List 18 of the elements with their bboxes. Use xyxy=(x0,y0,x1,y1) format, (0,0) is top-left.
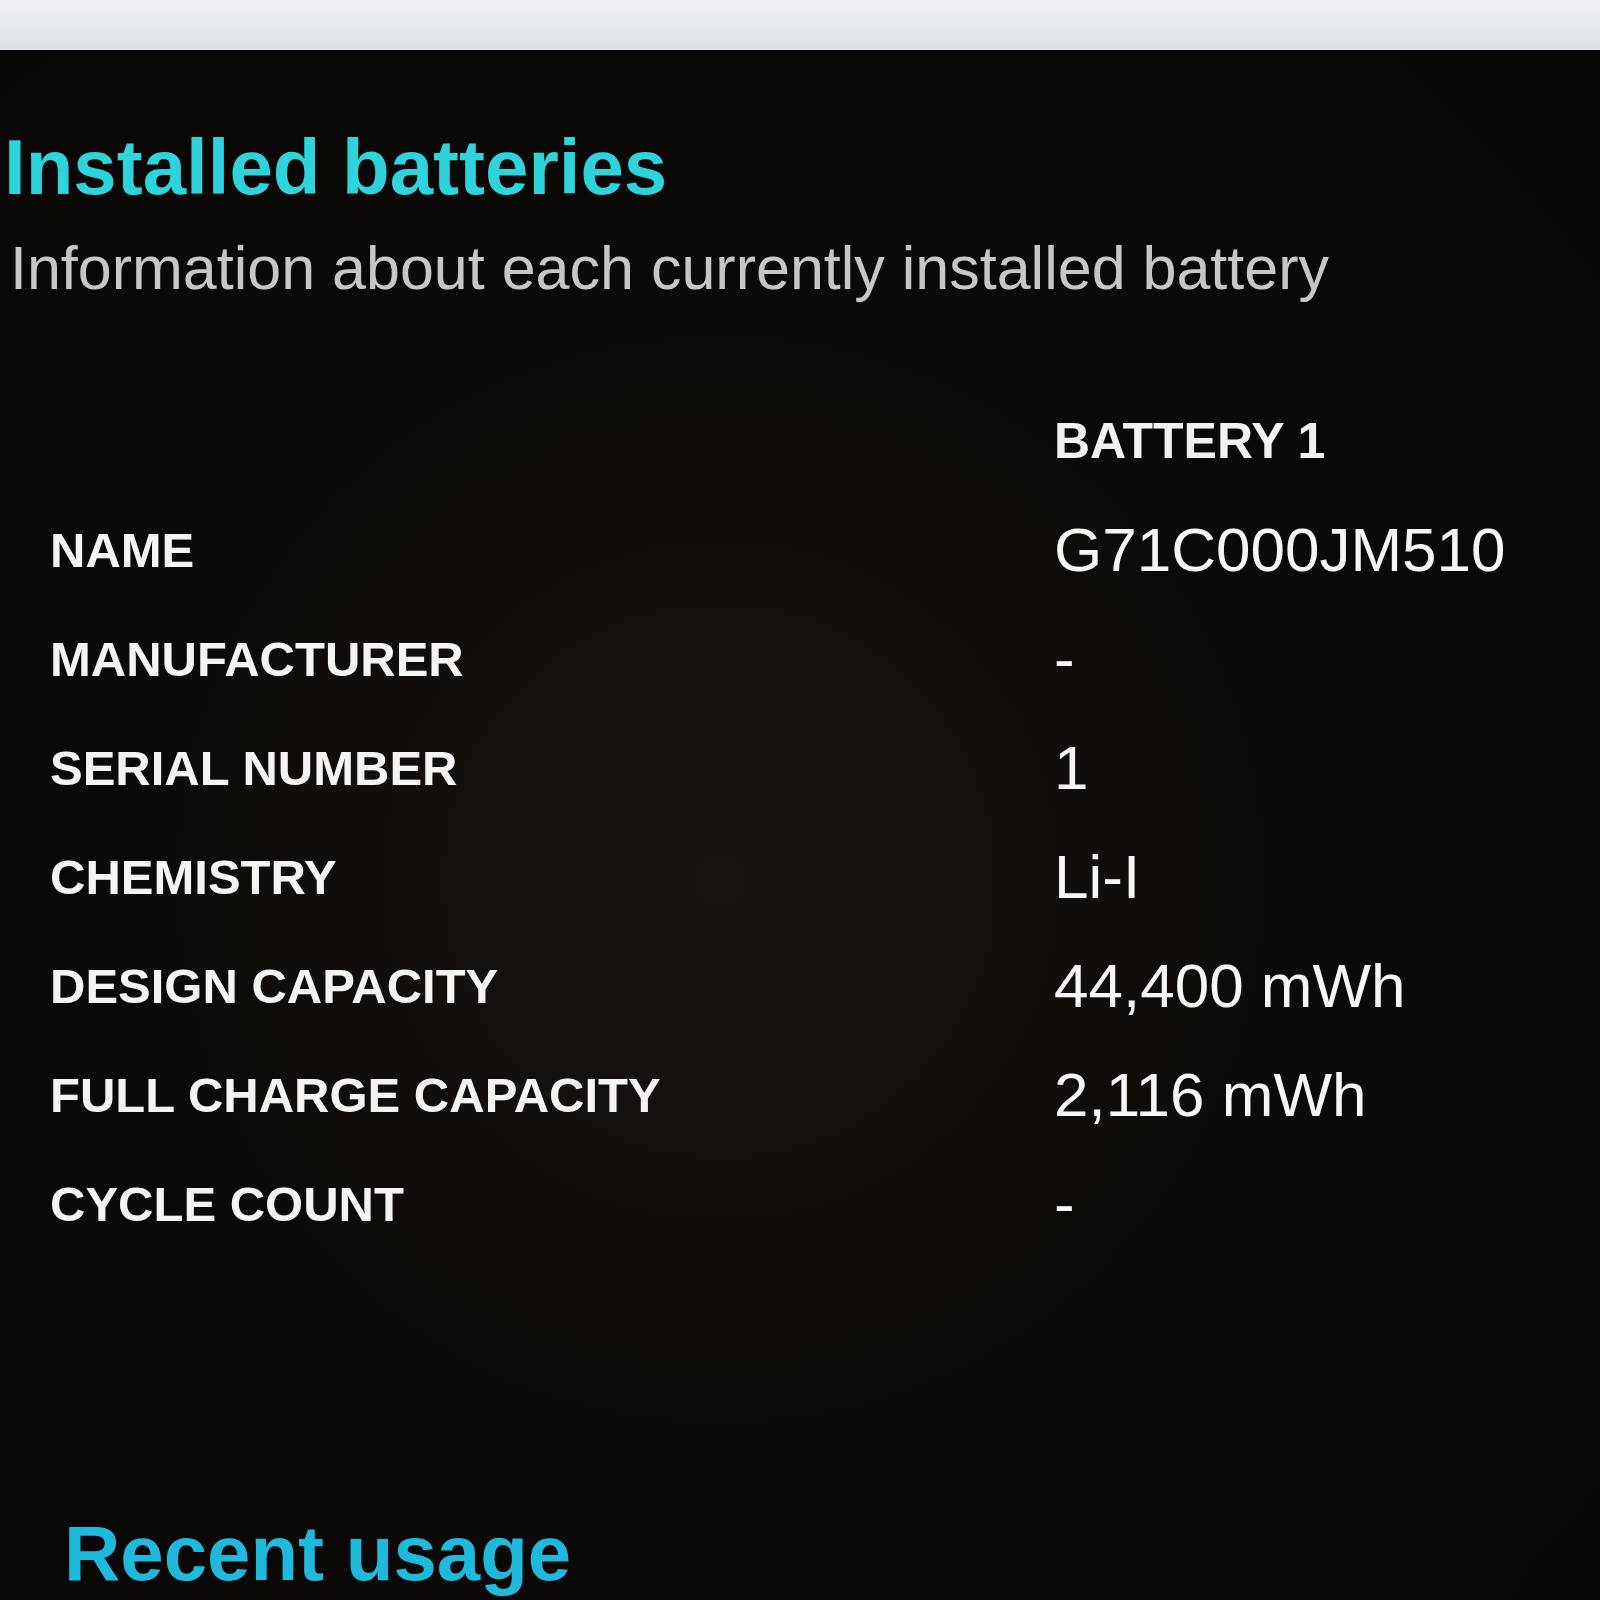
column-header: BATTERY 1 xyxy=(1054,411,1326,470)
section-title: Installed batteries xyxy=(4,122,668,212)
section-title: Recent usage xyxy=(64,1508,572,1598)
row-label: CYCLE COUNT xyxy=(50,1175,404,1232)
row-label: SERIAL NUMBER xyxy=(50,739,458,796)
row-value: 2,116 mWh xyxy=(1054,1059,1367,1130)
row-value: - xyxy=(1054,1168,1075,1239)
row-label: MANUFACTURER xyxy=(50,630,464,687)
row-value: Li-I xyxy=(1054,841,1141,912)
row-value: 44,400 mWh xyxy=(1054,950,1406,1021)
row-label: CHEMISTRY xyxy=(50,848,337,905)
row-label: FULL CHARGE CAPACITY xyxy=(50,1066,661,1123)
row-value: 1 xyxy=(1054,732,1089,803)
row-label: DESIGN CAPACITY xyxy=(50,957,499,1014)
row-value: G71C000JM510 xyxy=(1054,514,1506,585)
row-value: - xyxy=(1054,623,1075,694)
section-subtitle: Information about each currently installed battery xyxy=(10,233,1329,304)
row-label: NAME xyxy=(50,521,195,578)
